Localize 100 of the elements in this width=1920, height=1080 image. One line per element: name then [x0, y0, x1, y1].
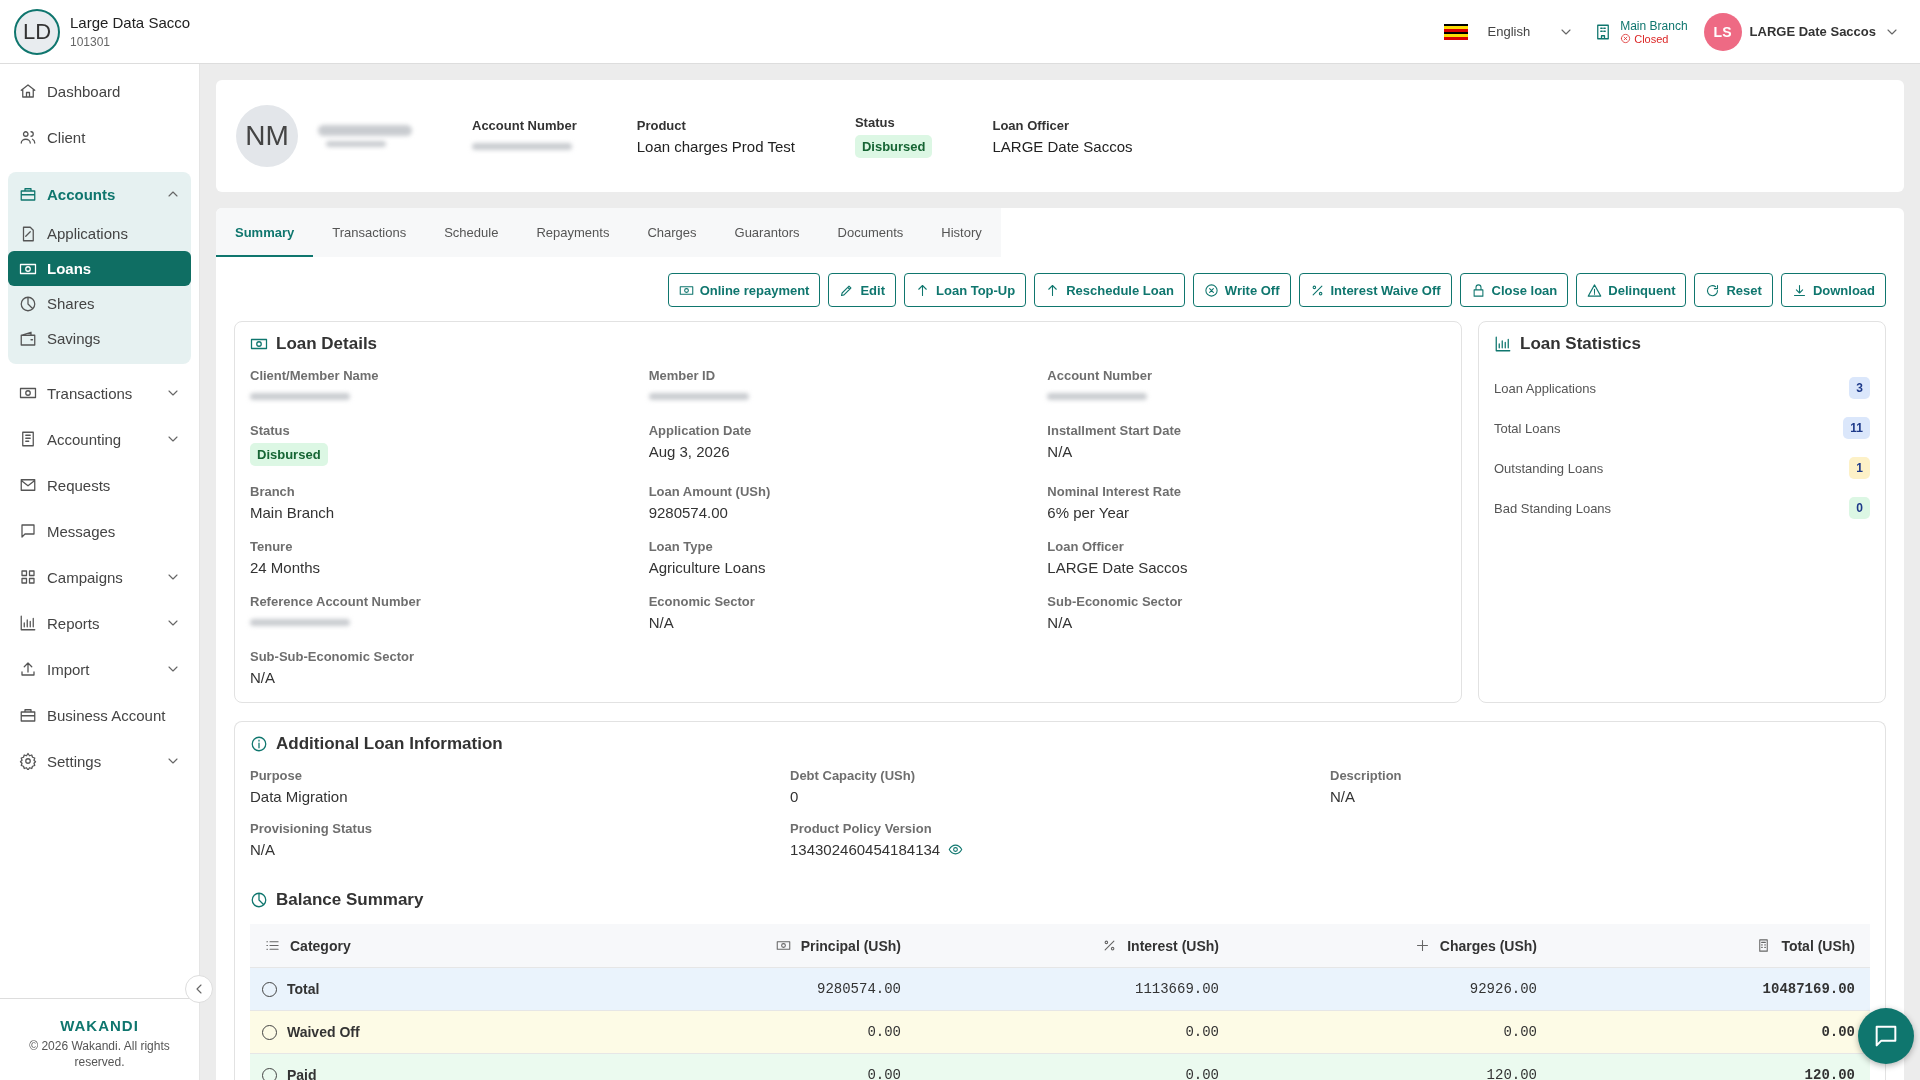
field-label: Purpose [250, 768, 303, 783]
action-button[interactable]: Edit [828, 273, 896, 307]
table-cell: 0.00 [867, 1024, 901, 1040]
field-label: Sub-Economic Sector [1047, 594, 1184, 609]
nav-item[interactable]: Messages [8, 510, 191, 552]
tab[interactable]: Repayments [517, 208, 629, 257]
field-label: Sub-Sub-Economic Sector [250, 649, 415, 664]
field-value: 24 Months [250, 559, 322, 576]
lock-icon [1470, 282, 1486, 298]
status-badge: Disbursed [854, 134, 933, 158]
nav-item[interactable]: Accounting [8, 418, 191, 460]
settings-icon [19, 752, 37, 770]
eye-icon[interactable] [948, 842, 964, 857]
nav-item[interactable]: Import [8, 648, 191, 690]
field-label: Loan Officer [1047, 539, 1125, 554]
table-cell: 120.00 [1804, 1067, 1855, 1080]
info-icon [250, 735, 268, 753]
plus-icon [1414, 938, 1430, 953]
action-button[interactable]: Reschedule Loan [1034, 273, 1185, 307]
table-cell: 0.00 [1503, 1024, 1537, 1040]
tab[interactable]: Guarantors [715, 208, 819, 257]
tab[interactable]: Documents [818, 208, 923, 257]
field-label: Nominal Interest Rate [1047, 484, 1182, 499]
user-name[interactable]: LARGE Date Saccos [1749, 24, 1876, 39]
tab[interactable]: Schedule [425, 208, 518, 257]
copyright-text: © 2026 Wakandi. All rights reserved. [28, 1038, 171, 1070]
tab[interactable]: Summary [216, 208, 314, 257]
field-value: N/A [250, 669, 276, 686]
panel-title: Balance Summary [276, 890, 424, 910]
field-label: Loan Type [648, 539, 714, 554]
action-button[interactable]: Reset [1694, 273, 1773, 307]
upload-icon [19, 660, 37, 678]
tab[interactable]: Transactions [313, 208, 426, 257]
wallet-icon [19, 329, 37, 348]
table-cell: 10487169.00 [1762, 981, 1855, 997]
field-label: Description [1330, 768, 1403, 783]
nav-item[interactable]: Transactions [8, 372, 191, 414]
pie-chart-icon [250, 891, 268, 909]
panel-title: Loan Statistics [1520, 334, 1641, 354]
language-select[interactable]: English [1483, 23, 1579, 40]
table-cell: 1113669.00 [1135, 981, 1219, 997]
field-value: N/A [1047, 614, 1074, 631]
tab[interactable]: History [922, 208, 1001, 257]
branch-name[interactable]: Main Branch [1620, 18, 1688, 33]
nav-item[interactable]: Requests [8, 464, 191, 506]
stat-label: Outstanding Loans [1494, 460, 1604, 476]
action-button[interactable]: Write Off [1192, 273, 1291, 307]
arrow-up-icon [915, 282, 930, 298]
tab[interactable]: Charges [628, 208, 716, 257]
stat-label: Loan Applications [1494, 380, 1596, 396]
table-cell: Total [287, 981, 320, 997]
action-button[interactable]: Close loan [1459, 273, 1569, 307]
field-value: 0 [790, 788, 800, 805]
column-header: Charges (USh) [1439, 937, 1537, 954]
envelope-icon [19, 476, 37, 494]
count-badge: 3 [1849, 377, 1870, 399]
nav-item[interactable]: Campaigns [8, 556, 191, 598]
nav-item[interactable]: Settings [8, 740, 191, 782]
action-button[interactable]: Delinquent [1576, 273, 1687, 307]
nav-item[interactable]: Reports [8, 602, 191, 644]
field-value: Main Branch [250, 504, 336, 521]
action-button[interactable]: Loan Top-Up [904, 273, 1027, 307]
field-label: Economic Sector [648, 594, 756, 609]
org-avatar: LD [14, 8, 60, 55]
briefcase-icon [19, 706, 37, 724]
count-badge: 0 [1849, 497, 1870, 519]
nav-item[interactable]: Loans [8, 251, 191, 286]
table-cell: 120.00 [1486, 1067, 1537, 1080]
field-value: 9280574.00 [648, 504, 729, 521]
column-header: Total (USh) [1781, 937, 1855, 954]
nav-item[interactable]: Dashboard [8, 70, 191, 112]
nav-item[interactable]: Business Account [8, 694, 191, 736]
table-cell: 0.00 [1185, 1024, 1219, 1040]
briefcase-icon [19, 185, 37, 203]
nav-item[interactable]: Applications [8, 216, 191, 251]
field-label: Debt Capacity (USh) [790, 768, 916, 783]
field-label: Product Policy Version [790, 821, 933, 836]
nav-item[interactable]: Savings [8, 321, 191, 356]
count-badge: 1 [1849, 457, 1870, 479]
action-button[interactable]: Interest Waive Off [1298, 273, 1452, 307]
flag-icon [1443, 23, 1468, 40]
speech-bubble-icon [19, 522, 37, 540]
table-cell: 92926.00 [1469, 981, 1537, 997]
nav-item[interactable]: Accounts [8, 172, 191, 216]
field-label: Status [854, 114, 896, 130]
pie-chart-icon [19, 294, 37, 313]
field-label: Reference Account Number [250, 594, 422, 609]
stat-label: Bad Standing Loans [1494, 500, 1612, 516]
field-value: Aug 3, 2026 [648, 443, 731, 460]
field-label: Application Date [648, 423, 753, 438]
action-button[interactable]: Download [1780, 273, 1886, 307]
nav-item[interactable]: Client [8, 116, 191, 158]
field-label: Provisioning Status [250, 821, 374, 836]
field-label: Tenure [250, 539, 294, 554]
stat-label: Total Loans [1494, 420, 1561, 436]
nav-item[interactable]: Shares [8, 286, 191, 321]
field-value: LARGE Date Saccos [992, 137, 1133, 155]
action-button[interactable]: Online repayment [667, 273, 821, 307]
client-avatar: NM [236, 105, 298, 167]
field-label: Member ID [648, 368, 717, 383]
